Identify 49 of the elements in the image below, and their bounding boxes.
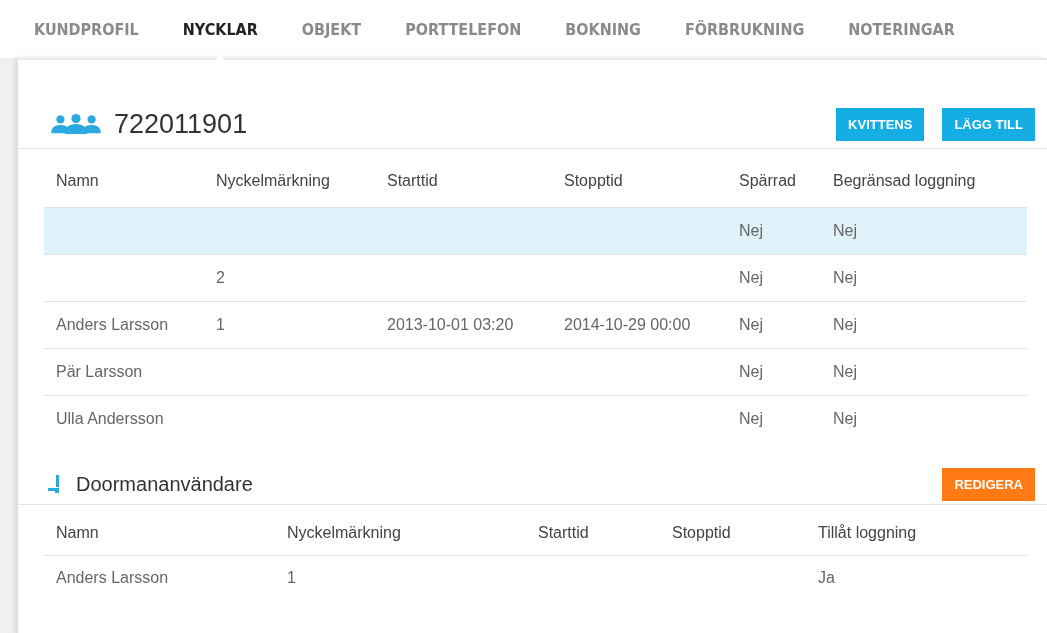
table-cell: Nej <box>833 410 857 427</box>
table-cell: 2 <box>216 269 225 286</box>
column-header: Tillåt loggning <box>806 505 1027 556</box>
table-row[interactable]: Ulla Andersson Nej Nej <box>44 395 1027 442</box>
tab[interactable]: KUNDPROFIL <box>34 19 139 39</box>
column-header: Starttid <box>375 149 552 208</box>
column-header: Namn <box>44 505 275 556</box>
tab[interactable]: NYCKLAR <box>182 19 258 39</box>
column-header: Nyckelmärkning <box>275 505 526 556</box>
table-row[interactable]: Anders Larsson 1 2013-10-01 03:20 2014-10-29 00:00 Nej Nej <box>44 301 1027 349</box>
column-header: Spärrad <box>727 149 821 208</box>
section-title: Doormananvändare <box>76 472 253 496</box>
doorman-icon <box>48 474 62 494</box>
column-header: Stopptid <box>660 505 806 556</box>
column-header: Begränsad loggning <box>821 149 1027 208</box>
edit-button[interactable]: REDIGERA <box>942 467 1035 501</box>
table-cell: 2013-10-01 03:20 <box>387 316 514 333</box>
tab[interactable]: PORTTELEFON <box>405 19 522 39</box>
table-cell: Nej <box>833 269 857 286</box>
column-header: Namn <box>44 149 204 208</box>
table-cell: Ja <box>818 569 835 586</box>
table-cell: Nej <box>739 222 763 239</box>
tab[interactable]: NOTERINGAR <box>848 19 955 39</box>
table-cell: Nej <box>739 363 763 380</box>
table-cell: Nej <box>739 269 763 286</box>
table-cell: Anders Larsson <box>56 569 169 586</box>
table-cell: Pär Larsson <box>56 363 143 380</box>
table-cell: Ulla Andersson <box>56 410 164 427</box>
tab[interactable]: OBJEKT <box>301 19 362 39</box>
table-row[interactable]: Pär Larsson Nej Nej <box>44 348 1027 396</box>
action-button[interactable]: LÄGG TILL <box>942 107 1035 141</box>
table-cell: Nej <box>833 222 857 239</box>
table-cell: 1 <box>287 569 296 586</box>
action-button[interactable]: KVITTENS <box>836 107 925 141</box>
table-cell: Nej <box>739 316 763 333</box>
column-header: Starttid <box>526 505 660 556</box>
table-row[interactable]: 2 Nej Nej <box>44 254 1027 302</box>
account-number: 722011901 <box>114 108 248 140</box>
table-row[interactable]: Nej Nej <box>44 207 1027 255</box>
table-cell: Anders Larsson <box>56 316 169 333</box>
table-cell: 2014-10-29 00:00 <box>564 316 691 333</box>
tab[interactable]: BOKNING <box>565 19 641 39</box>
table-cell: Nej <box>739 410 763 427</box>
tab[interactable]: FÖRBRUKNING <box>684 19 805 39</box>
table-cell: 1 <box>216 316 225 333</box>
table-cell: Nej <box>833 363 857 380</box>
table-cell: Nej <box>833 316 857 333</box>
column-header: Stopptid <box>552 149 727 208</box>
column-header: Nyckelmärkning <box>204 149 375 208</box>
